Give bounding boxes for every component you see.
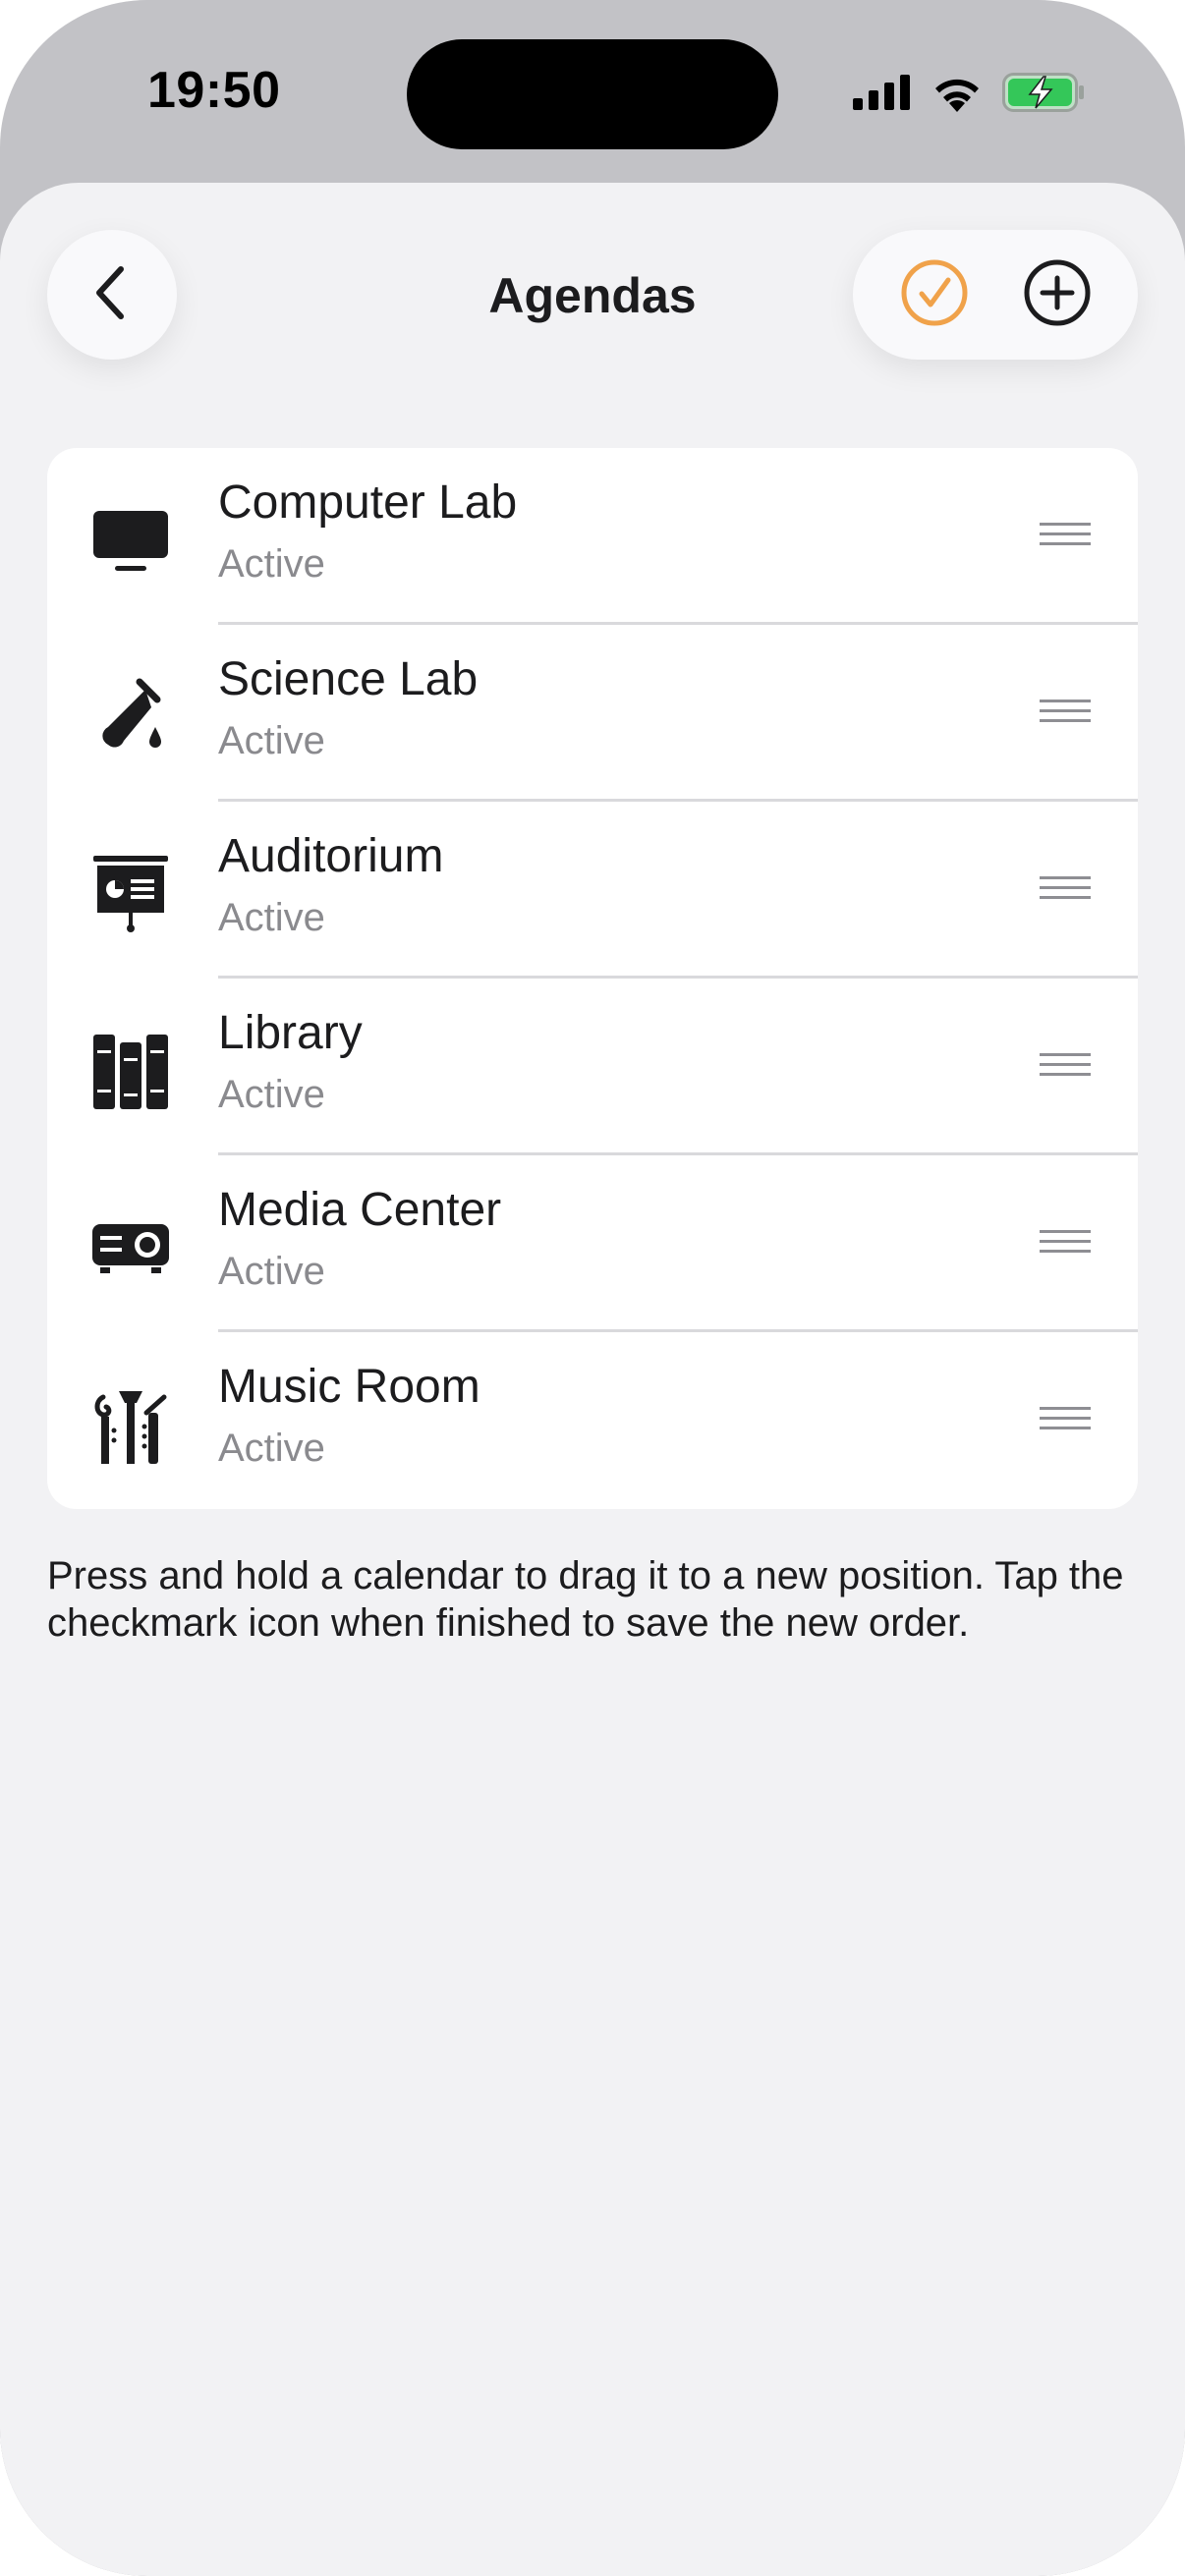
agendas-sheet: Agendas Computer Lab Active Science Lab … xyxy=(0,183,1185,2576)
drag-handle-icon[interactable] xyxy=(1036,690,1095,737)
plus-circle-icon xyxy=(1023,258,1092,332)
agenda-name: Science Lab xyxy=(218,653,479,705)
agenda-status: Active xyxy=(218,1073,325,1116)
checkmark-circle-icon xyxy=(900,258,969,332)
agenda-name: Auditorium xyxy=(218,830,444,882)
agenda-status: Active xyxy=(218,896,325,939)
agenda-name: Library xyxy=(218,1007,363,1059)
agenda-row-library[interactable]: Library Active xyxy=(47,979,1138,1155)
agenda-list: Computer Lab Active Science Lab Active A… xyxy=(47,448,1138,1509)
agenda-row-science-lab[interactable]: Science Lab Active xyxy=(47,625,1138,802)
agenda-row-auditorium[interactable]: Auditorium Active xyxy=(47,802,1138,979)
wifi-icon xyxy=(931,73,983,117)
presentation-board-icon xyxy=(86,851,175,939)
battery-charging-icon xyxy=(1002,73,1085,117)
agenda-status: Active xyxy=(218,1427,325,1470)
drag-handle-icon[interactable] xyxy=(1036,1220,1095,1267)
phone-screen: 19:50 Agendas Computer Lab Active Scienc… xyxy=(0,0,1185,2576)
agenda-row-computer-lab[interactable]: Computer Lab Active xyxy=(47,448,1138,625)
status-bar: 19:50 xyxy=(0,0,1185,187)
agenda-status: Active xyxy=(218,542,325,586)
agenda-row-music-room[interactable]: Music Room Active xyxy=(47,1332,1138,1509)
drag-handle-icon[interactable] xyxy=(1036,1043,1095,1091)
nav-actions xyxy=(853,230,1138,360)
dynamic-island xyxy=(407,39,778,149)
add-agenda-button[interactable] xyxy=(1013,251,1101,339)
agenda-name: Computer Lab xyxy=(218,476,518,529)
books-icon xyxy=(86,1028,175,1116)
test-tube-icon xyxy=(86,674,175,762)
cellular-signal-icon xyxy=(853,75,912,115)
drag-handle-icon[interactable] xyxy=(1036,1397,1095,1444)
status-icons xyxy=(853,73,1085,117)
reorder-hint-text: Press and hold a calendar to drag it to … xyxy=(47,1554,1124,1645)
status-time: 19:50 xyxy=(147,62,281,119)
agenda-row-media-center[interactable]: Media Center Active xyxy=(47,1155,1138,1332)
agenda-status: Active xyxy=(218,1250,325,1293)
drag-handle-icon[interactable] xyxy=(1036,513,1095,560)
drag-handle-icon[interactable] xyxy=(1036,867,1095,914)
projector-icon xyxy=(86,1204,175,1293)
agenda-name: Media Center xyxy=(218,1184,502,1236)
monitor-icon xyxy=(86,497,175,586)
done-button[interactable] xyxy=(890,251,979,339)
music-instruments-icon xyxy=(86,1381,175,1470)
agenda-name: Music Room xyxy=(218,1361,480,1413)
agenda-status: Active xyxy=(218,719,325,762)
